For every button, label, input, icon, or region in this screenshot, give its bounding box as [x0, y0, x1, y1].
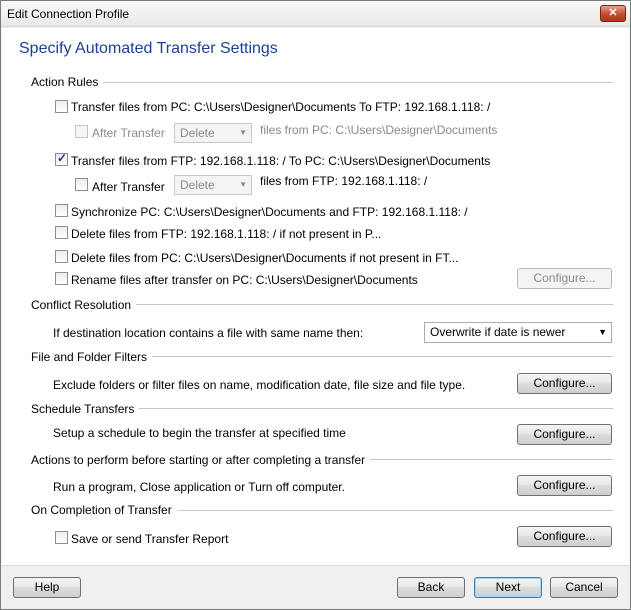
page-title: Specify Automated Transfer Settings: [19, 40, 278, 57]
filters-configure-button[interactable]: Configure...: [517, 373, 612, 394]
rule1-label: Transfer files from PC: C:\Users\Designe…: [71, 100, 491, 114]
dialog-footer: Help Back Next Cancel: [2, 565, 629, 609]
report-configure-button[interactable]: Configure...: [517, 526, 612, 547]
schedule-label: Setup a schedule to begin the transfer a…: [53, 426, 346, 440]
actions-title: Actions to perform before starting or af…: [31, 453, 371, 467]
rule2-after-transfer-checkbox[interactable]: [75, 178, 88, 191]
chevron-down-icon: ▼: [239, 180, 247, 189]
rule5-label: Delete files from PC: C:\Users\Designer\…: [71, 251, 459, 265]
filters-label: Exclude folders or filter files on name,…: [53, 378, 466, 392]
rule2-after-action-value: Delete: [180, 178, 215, 192]
transfer-report-label: Save or send Transfer Report: [71, 532, 229, 546]
next-button[interactable]: Next: [474, 577, 542, 598]
rule2-after-suffix: files from FTP: 192.168.1.118: /: [260, 174, 428, 188]
rule1-after-transfer-label: After Transfer: [92, 126, 165, 140]
rule4-checkbox[interactable]: [55, 226, 68, 239]
dialog-content: Specify Automated Transfer Settings Acti…: [2, 28, 629, 565]
title-bar: Edit Connection Profile ✕: [1, 1, 630, 27]
rule6-checkbox[interactable]: [55, 272, 68, 285]
rule2-checkbox[interactable]: [55, 151, 68, 166]
rule3-checkbox[interactable]: [55, 204, 68, 217]
action-rules-divider: [32, 82, 613, 83]
transfer-report-checkbox[interactable]: [55, 531, 68, 544]
rename-configure-button[interactable]: Configure...: [517, 268, 612, 289]
schedule-configure-button[interactable]: Configure...: [517, 424, 612, 445]
action-rules-title: Action Rules: [31, 75, 104, 89]
conflict-label: If destination location contains a file …: [53, 326, 364, 340]
actions-configure-button[interactable]: Configure...: [517, 475, 612, 496]
cancel-button[interactable]: Cancel: [550, 577, 618, 598]
rule1-after-action-value: Delete: [180, 126, 215, 140]
file-folder-filters-title: File and Folder Filters: [31, 350, 153, 364]
window-title: Edit Connection Profile: [7, 7, 130, 21]
rule1-checkbox[interactable]: [55, 100, 68, 113]
rule2-label: Transfer files from FTP: 192.168.1.118: …: [71, 154, 491, 168]
close-button[interactable]: ✕: [600, 5, 626, 22]
rule6-label: Rename files after transfer on PC: C:\Us…: [71, 273, 418, 287]
chevron-down-icon: ▼: [239, 128, 247, 137]
conflict-resolution-value: Overwrite if date is newer: [430, 325, 566, 339]
on-completion-title: On Completion of Transfer: [31, 503, 177, 517]
chevron-down-icon: ▼: [598, 327, 607, 337]
rule4-label: Delete files from FTP: 192.168.1.118: / …: [71, 227, 382, 241]
edit-connection-profile-window: Edit Connection Profile ✕ Specify Automa…: [0, 0, 631, 610]
rule5-checkbox[interactable]: [55, 250, 68, 263]
rule1-after-transfer-checkbox[interactable]: [75, 125, 88, 138]
conflict-resolution-select[interactable]: Overwrite if date is newer ▼: [424, 322, 612, 343]
rule3-label: Synchronize PC: C:\Users\Designer\Docume…: [71, 205, 468, 219]
conflict-resolution-title: Conflict Resolution: [31, 298, 137, 312]
help-button[interactable]: Help: [13, 577, 81, 598]
rule1-after-action-select[interactable]: Delete ▼: [174, 123, 252, 143]
rule2-after-transfer-label: After Transfer: [92, 180, 165, 194]
rule1-after-suffix: files from PC: C:\Users\Designer\Documen…: [260, 123, 498, 137]
rule2-after-action-select[interactable]: Delete ▼: [174, 175, 252, 195]
actions-label: Run a program, Close application or Turn…: [53, 480, 345, 494]
schedule-transfers-title: Schedule Transfers: [31, 402, 140, 416]
back-button[interactable]: Back: [397, 577, 465, 598]
